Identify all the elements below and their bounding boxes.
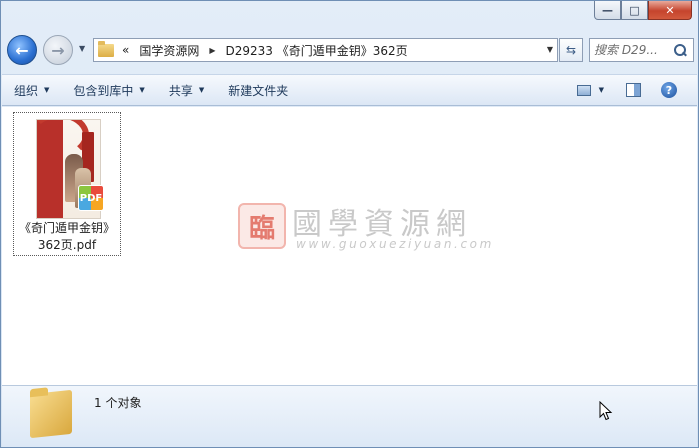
folder-icon — [98, 40, 114, 57]
back-button[interactable]: ← — [7, 35, 37, 65]
maximize-button[interactable]: □ — [621, 1, 648, 20]
back-arrow-icon: ← — [15, 40, 29, 60]
address-dropdown-icon[interactable]: ▼ — [547, 45, 553, 54]
caption-buttons: — □ ✕ — [594, 1, 692, 21]
chevron-down-icon: ▼ — [44, 86, 50, 94]
breadcrumb-separator-icon[interactable]: ▶ — [209, 46, 215, 55]
mouse-cursor-icon — [599, 401, 613, 421]
breadcrumb-overflow[interactable]: « — [122, 43, 129, 57]
search-box[interactable] — [589, 38, 694, 62]
file-item-pdf[interactable]: PDF 《奇门遁甲金钥》 362页.pdf — [13, 112, 121, 256]
organize-label: 组织 — [14, 83, 39, 98]
refresh-button[interactable]: ⇆ — [559, 38, 583, 62]
file-list-area[interactable]: PDF 《奇门遁甲金钥》 362页.pdf 臨 國學資源網 www.guoxue… — [2, 107, 697, 385]
navigation-bar: ← → ▼ « 国学资源网 ▶ D29233 《奇门遁甲金钥》362页 ▼ ⇆ — [7, 32, 694, 70]
forward-button[interactable]: → — [43, 35, 73, 65]
change-view-icon[interactable] — [576, 84, 591, 96]
file-name-line1: 《奇门遁甲金钥》 — [18, 221, 115, 235]
close-button[interactable]: ✕ — [648, 1, 692, 20]
share-label: 共享 — [168, 83, 193, 98]
organize-button[interactable]: 组织 ▼ — [2, 77, 61, 103]
new-folder-button[interactable]: 新建文件夹 — [216, 77, 300, 103]
watermark-url: www.guoxueziyuan.com — [296, 237, 494, 251]
help-icon[interactable]: ? — [661, 82, 677, 98]
object-count: 1 个对象 — [94, 396, 142, 410]
minimize-button[interactable]: — — [594, 1, 621, 20]
file-name: 《奇门遁甲金钥》 362页.pdf — [14, 220, 120, 254]
search-input[interactable] — [594, 43, 672, 57]
chevron-down-icon: ▼ — [198, 86, 205, 94]
include-in-library-button[interactable]: 包含到库中 ▼ — [61, 77, 156, 103]
recent-pages-dropdown[interactable]: ▼ — [79, 44, 89, 53]
share-button[interactable]: 共享 ▼ — [157, 77, 216, 103]
forward-arrow-icon: → — [51, 40, 65, 60]
address-bar[interactable]: « 国学资源网 ▶ D29233 《奇门遁甲金钥》362页 ▼ — [93, 38, 558, 62]
file-name-line2: 362页.pdf — [37, 238, 97, 252]
refresh-icon: ⇆ — [565, 43, 577, 57]
include-library-label: 包含到库中 — [73, 83, 134, 98]
folder-icon-large — [30, 389, 72, 439]
view-options-dropdown-icon[interactable]: ▼ — [599, 86, 604, 94]
explorer-window: — □ ✕ ← → ▼ « 国学资源网 ▶ D29233 《奇门遁甲金钥》362… — [0, 0, 699, 448]
view-controls: ▼ ? — [576, 75, 697, 105]
watermark: 臨 國學資源網 www.guoxueziyuan.com — [238, 199, 498, 255]
preview-pane-icon[interactable] — [626, 83, 641, 97]
breadcrumb-item-current[interactable]: D29233 《奇门遁甲金钥》362页 — [226, 42, 408, 59]
command-bar: 组织 ▼ 包含到库中 ▼ 共享 ▼ 新建文件夹 ▼ ? — [2, 74, 697, 106]
breadcrumb-item-guoxue[interactable]: 国学资源网 — [139, 42, 199, 59]
search-icon[interactable] — [674, 43, 687, 57]
pdf-file-icon: PDF — [78, 185, 104, 211]
new-folder-label: 新建文件夹 — [228, 83, 289, 98]
details-pane: 1 个对象 — [2, 385, 697, 447]
watermark-logo-icon: 臨 — [238, 203, 286, 249]
chevron-down-icon: ▼ — [139, 86, 145, 94]
